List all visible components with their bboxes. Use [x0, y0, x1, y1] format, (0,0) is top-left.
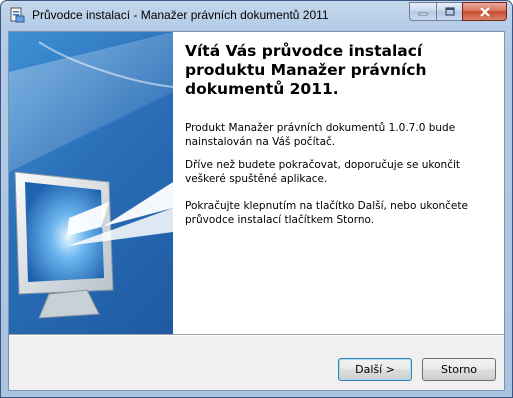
cancel-button[interactable]: Storno — [422, 358, 496, 381]
maximize-icon — [444, 7, 455, 16]
continue-instructions-text: Pokračujte klepnutím na tlačítko Další, … — [185, 200, 468, 226]
wizard-side-image — [9, 32, 173, 334]
footer-divider — [9, 334, 504, 336]
close-icon — [479, 6, 490, 17]
caption-buttons — [409, 2, 507, 21]
installer-window: Průvodce instalací - Manažer právních do… — [0, 0, 513, 398]
wizard-content: Vítá Vás průvodce instalací produktu Man… — [173, 32, 504, 334]
minimize-button[interactable] — [409, 2, 436, 21]
install-info-text: Produkt Manažer právních dokumentů 1.0.7… — [185, 122, 456, 148]
installer-icon — [8, 6, 26, 24]
welcome-heading: Vítá Vás průvodce instalací produktu Man… — [185, 42, 427, 98]
window-title: Průvodce instalací - Manažer právních do… — [32, 8, 329, 22]
maximize-button[interactable] — [436, 2, 462, 21]
next-button[interactable]: Další > — [338, 358, 412, 381]
close-button[interactable] — [462, 2, 507, 21]
close-apps-text: Dříve než budete pokračovat, doporučuje … — [185, 159, 461, 185]
wizard-client-area: Vítá Vás průvodce instalací produktu Man… — [8, 31, 505, 391]
monitor-illustration — [9, 32, 173, 319]
minimize-icon — [418, 12, 428, 15]
title-bar[interactable]: Průvodce instalací - Manažer právních do… — [1, 1, 512, 31]
